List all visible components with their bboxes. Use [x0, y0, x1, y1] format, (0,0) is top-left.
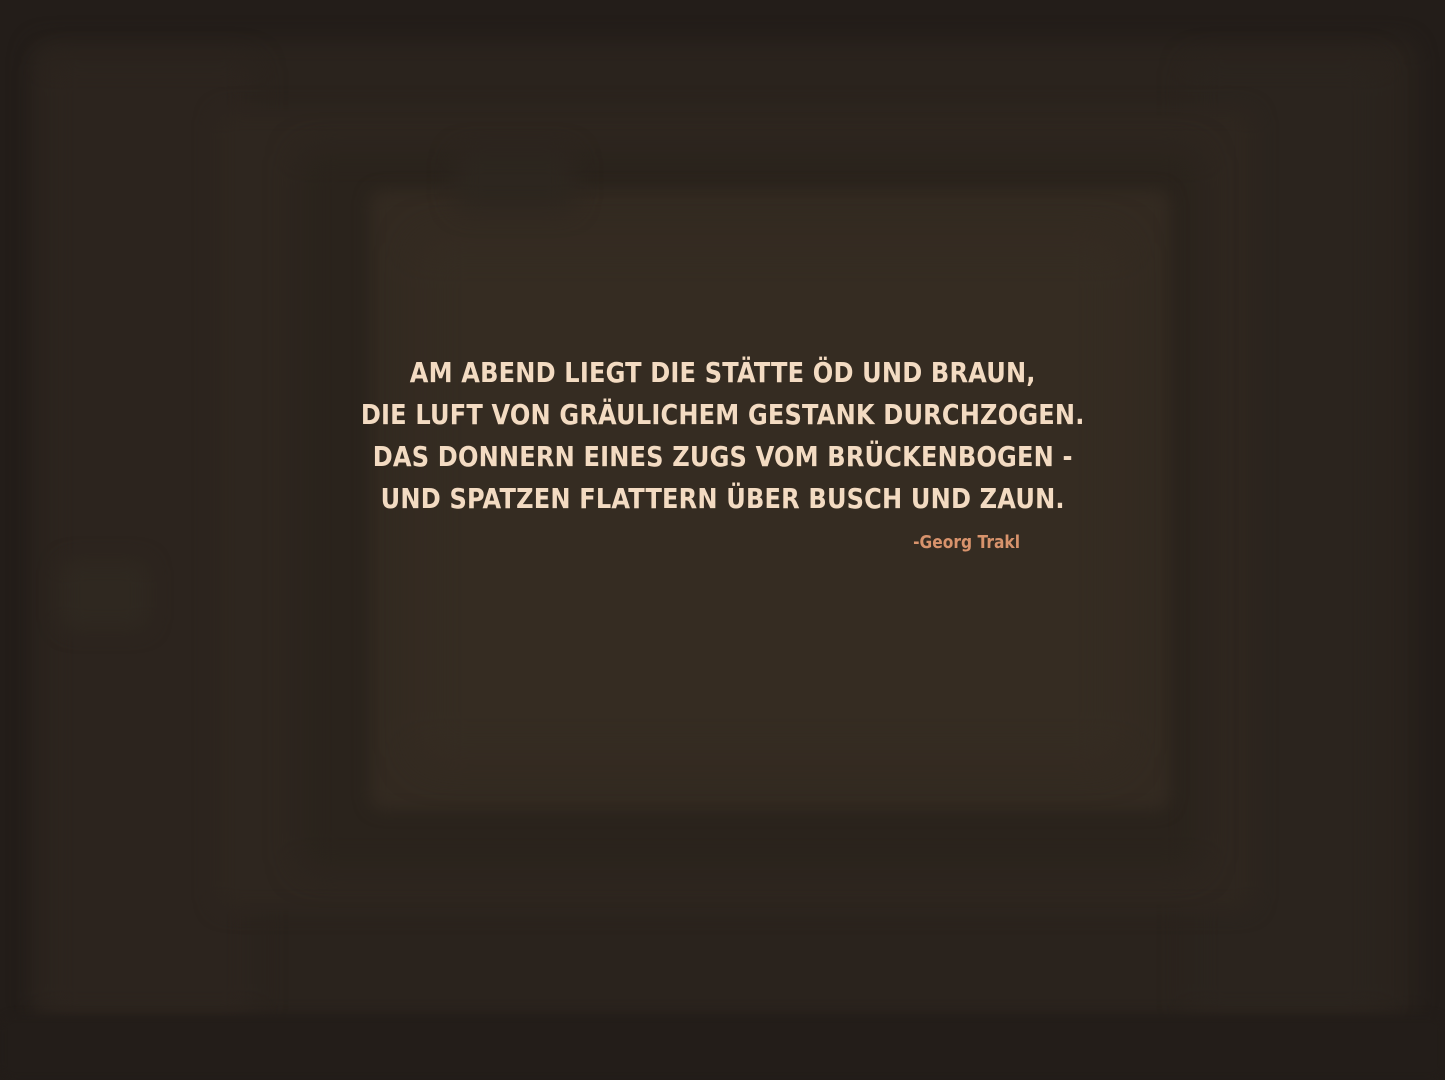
- quote-line: UND SPATZEN FLATTERN ÜBER BUSCH UND ZAUN…: [380, 482, 1065, 515]
- bottom-band: [0, 1015, 1445, 1080]
- quote-line: DAS DONNERN EINES ZUGS VOM BRÜCKENBOGEN …: [372, 440, 1073, 473]
- brush-smudge: [60, 560, 150, 630]
- painted-background: AM ABEND LIEGT DIE STÄTTE ÖD UND BRAUN, …: [0, 0, 1445, 1080]
- quote-author: -Georg Trakl: [913, 532, 1020, 553]
- quote-line: AM ABEND LIEGT DIE STÄTTE ÖD UND BRAUN,: [409, 356, 1036, 389]
- quote-line: DIE LUFT VON GRÄULICHEM GESTANK DURCHZOG…: [360, 398, 1085, 431]
- brush-smudge: [455, 150, 575, 210]
- quote-text: AM ABEND LIEGT DIE STÄTTE ÖD UND BRAUN, …: [101, 352, 1344, 520]
